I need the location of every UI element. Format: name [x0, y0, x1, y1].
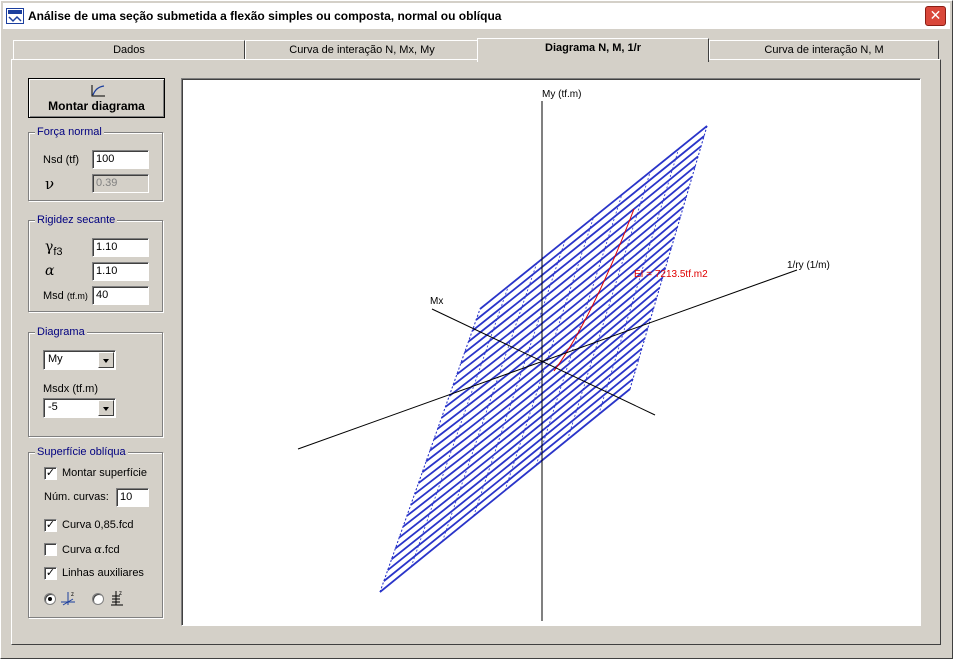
montar-diagrama-label: Montar diagrama	[48, 99, 145, 113]
tab-diagrama-nm1r[interactable]: Diagrama N, M, 1/r	[477, 38, 709, 62]
alpha-label: α	[45, 263, 55, 279]
gamma-label: γf3	[45, 239, 63, 258]
chevron-down-icon[interactable]	[98, 352, 114, 368]
tab-diagrama-nm1r-label: Diagrama N, M, 1/r	[545, 42, 641, 54]
axes-layer	[297, 101, 798, 621]
diagrama-select-value: My	[48, 353, 63, 365]
close-icon: ✕	[929, 7, 942, 23]
msd-label-text: Msd	[43, 290, 64, 302]
close-button[interactable]: ✕	[925, 6, 946, 26]
forca-normal-legend: Força normal	[35, 126, 104, 138]
msdx-select-value: -5	[48, 401, 58, 413]
diagram-plot-area[interactable]: My (tf.m) 1/ry (1/m) Mx EI = 7213.5tf.m2	[181, 78, 921, 626]
diagram-svg: My (tf.m) 1/ry (1/m) Mx EI = 7213.5tf.m2	[297, 89, 830, 621]
curva-alpha-symbol: α	[94, 543, 102, 556]
curva-alpha-suffix: .fcd	[101, 544, 120, 556]
axis-view-side-radio[interactable]	[92, 593, 104, 605]
chevron-down-icon[interactable]	[98, 400, 114, 416]
msd-label: Msd (tf.m)	[43, 290, 88, 302]
nu-input: 0.39	[92, 174, 149, 193]
tab-curva-interacao-nmxmy[interactable]: Curva de interação N, Mx, My	[245, 40, 479, 60]
surface-layer	[379, 125, 708, 593]
superficie-obliqua-legend: Superfície oblíqua	[35, 446, 128, 458]
axis-ry-label: 1/ry (1/m)	[787, 260, 830, 271]
alpha-input[interactable]: 1.10	[92, 262, 149, 281]
nsd-label: Nsd (tf)	[43, 154, 80, 166]
montar-superficie-label: Montar superfície	[62, 467, 147, 479]
curva-alpha-prefix: Curva	[62, 544, 95, 556]
gamma-f3-input[interactable]: 1.10	[92, 238, 149, 257]
app-window: Análise de uma seção submetida a flexão …	[0, 0, 953, 659]
svg-text:z: z	[119, 591, 122, 597]
tab-curva-interacao-nm-label: Curva de interação N, M	[764, 44, 884, 56]
linhas-auxiliares-label: Linhas auxiliares	[62, 567, 144, 579]
msdx-select[interactable]: -5	[43, 398, 116, 418]
tab-curva-interacao-nm[interactable]: Curva de interação N, M	[709, 40, 939, 60]
chart-curve-icon	[91, 85, 105, 97]
tab-strip: Dados Curva de interação N, Mx, My Diagr…	[11, 38, 941, 62]
diagrama-select[interactable]: My	[43, 350, 116, 370]
axis-z-top-icon: z	[61, 592, 75, 606]
surface-outline-bottom	[379, 388, 631, 593]
rigidez-secante-legend: Rigidez secante	[35, 214, 118, 226]
surface-curve	[444, 216, 681, 408]
app-icon	[6, 8, 24, 24]
axis-z-side-icon: z	[111, 591, 123, 606]
svg-text:z: z	[71, 592, 74, 598]
tab-dados-label: Dados	[113, 44, 145, 56]
tab-curva-interacao-nmxmy-label: Curva de interação N, Mx, My	[289, 44, 435, 56]
ei-label: EI = 7213.5tf.m2	[634, 269, 708, 280]
linhas-auxiliares-checkbox[interactable]: ✓	[44, 567, 57, 580]
curva-alpha-fcd-label: Curva α.fcd	[62, 543, 120, 556]
tab-dados[interactable]: Dados	[13, 40, 245, 60]
axis-mx-label: Mx	[430, 296, 443, 307]
surface-curve	[448, 206, 684, 397]
curva-alpha-fcd-checkbox[interactable]	[44, 543, 57, 556]
gamma-subscript: f3	[53, 245, 63, 258]
num-curvas-label: Núm. curvas:	[44, 491, 109, 503]
msd-unit: (tf.m)	[66, 291, 88, 301]
curva-085-fcd-label: Curva 0,85.fcd	[62, 519, 134, 531]
surface-meridian	[410, 285, 509, 567]
axis-my-label: My (tf.m)	[542, 89, 581, 100]
window-title: Análise de uma seção submetida a flexão …	[28, 9, 502, 23]
diagrama-legend: Diagrama	[35, 326, 87, 338]
montar-superficie-checkbox[interactable]: ✓	[44, 467, 57, 480]
curva-085-fcd-checkbox[interactable]: ✓	[44, 519, 57, 532]
msd-input[interactable]: 40	[92, 286, 149, 305]
nsd-input[interactable]: 100	[92, 150, 149, 169]
montar-diagrama-button[interactable]: Montar diagrama	[28, 78, 165, 118]
msdx-label: Msdx (tf.m)	[43, 383, 98, 395]
title-bar: Análise de uma seção submetida a flexão …	[3, 3, 950, 29]
axis-ry-line	[297, 269, 798, 450]
num-curvas-input[interactable]: 10	[116, 488, 149, 507]
axis-view-top-radio[interactable]	[44, 593, 56, 605]
nu-label: ν	[45, 175, 55, 193]
